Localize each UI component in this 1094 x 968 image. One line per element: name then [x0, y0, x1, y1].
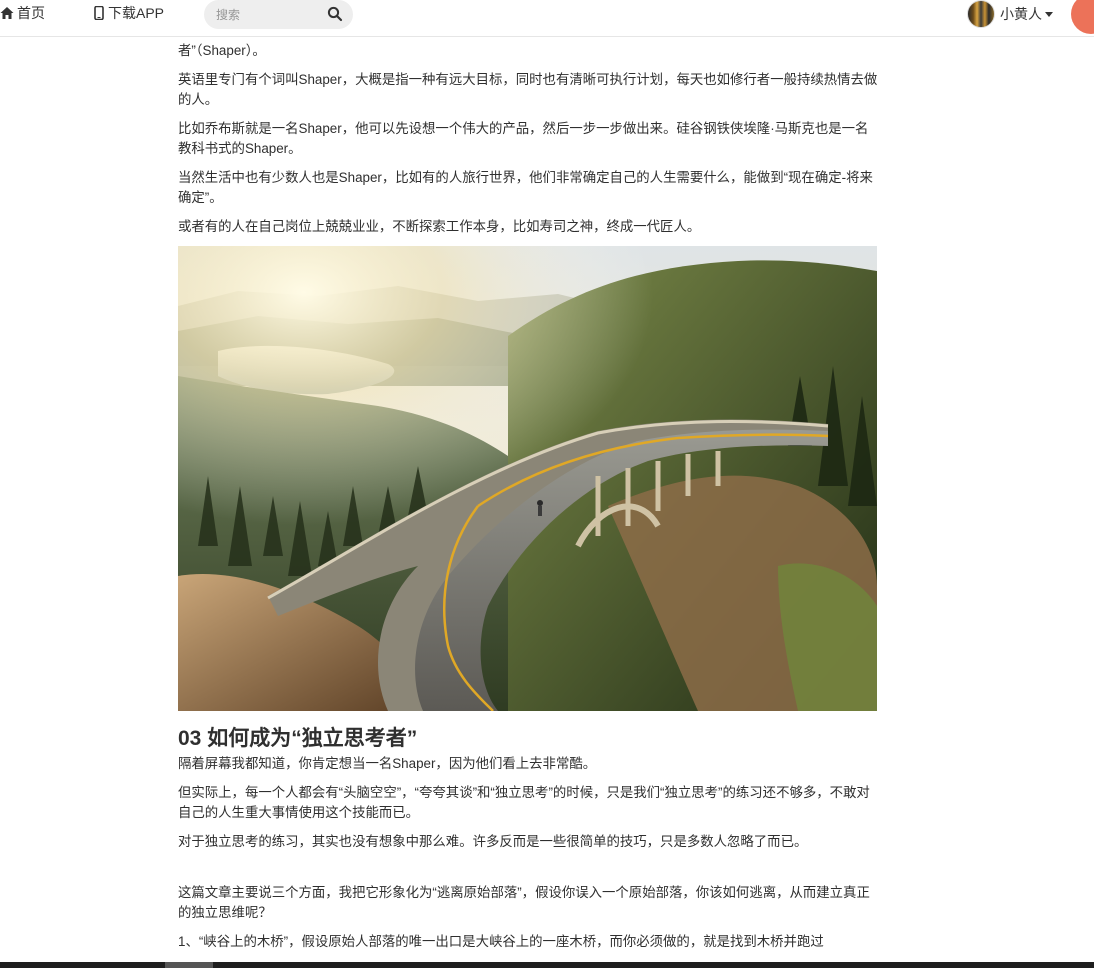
nav-home-link[interactable]: 首页 — [0, 4, 45, 22]
article-paragraph: 者”（Shaper）。 — [178, 43, 266, 58]
scrollbar-thumb[interactable] — [165, 962, 213, 968]
avatar[interactable] — [967, 0, 995, 28]
search-icon[interactable] — [327, 6, 343, 22]
article-paragraph: 比如乔布斯就是一名Shaper，他可以先设想一个伟大的产品，然后一步一步做出来。… — [178, 121, 869, 156]
article-paragraph: 1、“峡谷上的木桥”，假设原始人部落的唯一出口是大峡谷上的一座木桥，而你必须做的… — [178, 934, 824, 949]
search-input[interactable] — [214, 5, 318, 25]
article-paragraph: 隔着屏幕我都知道，你肯定想当一名Shaper，因为他们看上去非常酷。 — [178, 756, 597, 771]
article-paragraph: 或者有的人在自己岗位上兢兢业业，不断探索工作本身，比如寿司之神，终成一代匠人。 — [178, 219, 701, 234]
article-paragraph: 当然生活中也有少数人也是Shaper，比如有的人旅行世界，他们非常确定自己的人生… — [178, 170, 873, 205]
article-paragraph: 但实际上，每一个人都会有“头脑空空”，“夸夸其谈”和“独立思考”的时候，只是我们… — [178, 785, 870, 820]
user-menu[interactable]: 小黄人 — [967, 0, 1053, 28]
article-paragraph: 英语里专门有个词叫Shaper，大概是指一种有远大目标，同时也有清晰可执行计划，… — [178, 72, 878, 107]
caret-down-icon — [1045, 11, 1053, 17]
write-article-button[interactable] — [1071, 0, 1094, 34]
nav-home-label: 首页 — [17, 5, 45, 21]
article-body: 者”（Shaper）。 英语里专门有个词叫Shaper，大概是指一种有远大目标，… — [178, 38, 878, 961]
search-box — [204, 0, 353, 29]
article-image-mountain-bridge — [178, 246, 877, 711]
section-heading: 03 如何成为“独立思考者” — [178, 727, 418, 750]
mobile-phone-icon — [94, 6, 104, 20]
top-navbar: 首页 下载APP 小黄人 — [0, 0, 1094, 37]
article-paragraph: 这篇文章主要说三个方面，我把它形象化为“逃离原始部落”，假设你误入一个原始部落，… — [178, 885, 870, 920]
nav-download-label: 下载APP — [108, 5, 165, 21]
user-name: 小黄人 — [1000, 6, 1042, 22]
home-icon — [0, 7, 14, 19]
article-paragraph: 对于独立思考的练习，其实也没有想象中那么难。许多反而是一些很简单的技巧，只是多数… — [178, 834, 808, 849]
horizontal-scrollbar[interactable] — [0, 962, 1094, 968]
nav-download-app-link[interactable]: 下载APP — [94, 4, 164, 22]
